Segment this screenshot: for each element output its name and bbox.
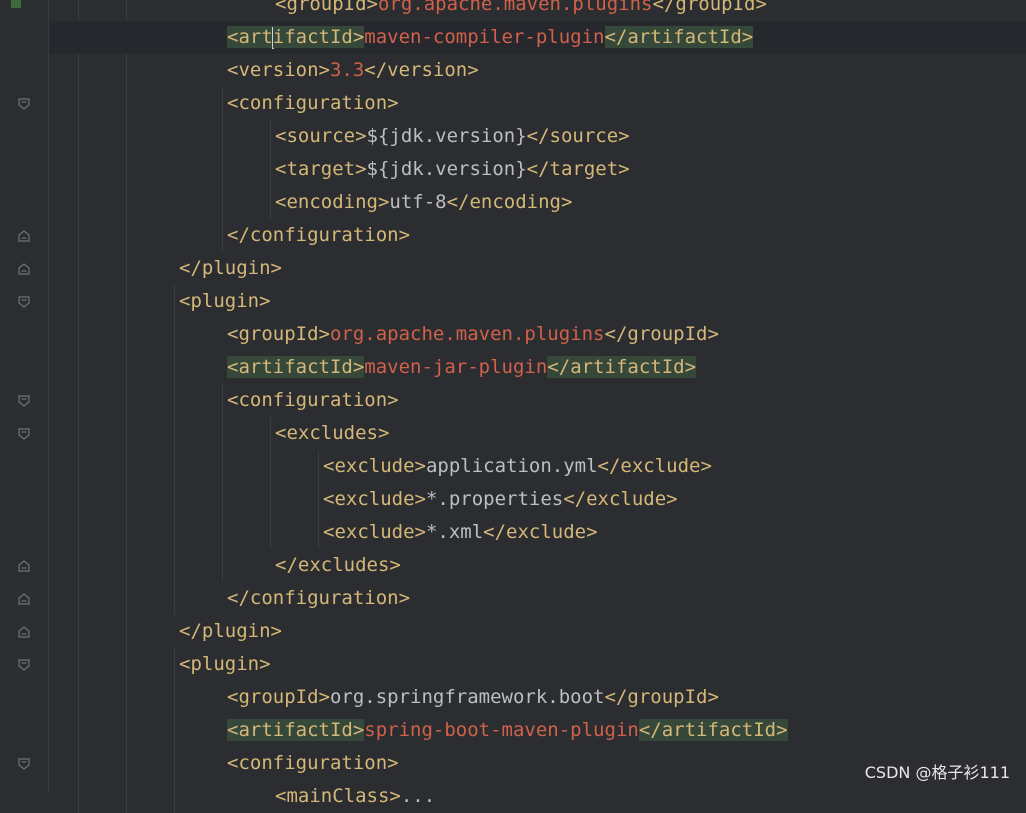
- xml-value: utf-8: [389, 191, 447, 213]
- code-line[interactable]: <encoding>utf-8</encoding>: [49, 186, 1026, 219]
- fold-open-icon[interactable]: [17, 295, 31, 309]
- xml-tag: <groupId>: [227, 686, 330, 708]
- code-line[interactable]: </plugin>: [49, 615, 1026, 648]
- xml-tag: <target>: [275, 158, 367, 180]
- xml-value: ${jdk.version}: [366, 158, 527, 180]
- xml-tag: <artifactId>: [227, 719, 365, 741]
- xml-tag: </artifactId>: [604, 26, 754, 48]
- code-line[interactable]: <groupId>org.apache.maven.plugins</group…: [49, 0, 1026, 21]
- code-line[interactable]: <mainClass>...: [49, 780, 1026, 813]
- xml-tag: <configuration>: [227, 752, 399, 774]
- code-line[interactable]: <groupId>org.apache.maven.plugins</group…: [49, 318, 1026, 351]
- xml-tag: </artifactId>: [638, 719, 788, 741]
- xml-tag: </version>: [364, 59, 479, 81]
- xml-tag: </exclude>: [483, 521, 598, 543]
- watermark-text: CSDN @格子衫111: [864, 763, 1010, 782]
- xml-tag: <plugin>: [179, 653, 271, 675]
- xml-tag: <groupId>: [227, 323, 330, 345]
- xml-value: 3.3: [329, 59, 365, 81]
- code-line[interactable]: </configuration>: [49, 582, 1026, 615]
- xml-tag: </configuration>: [227, 587, 411, 609]
- xml-tag: </artifactId>: [547, 356, 697, 378]
- fold-close-icon[interactable]: [17, 559, 31, 573]
- xml-tag: <exclude>: [323, 488, 426, 510]
- code-line[interactable]: </excludes>: [49, 549, 1026, 582]
- xml-tag: <exclude>: [323, 521, 426, 543]
- code-line[interactable]: <exclude>application.yml</exclude>: [49, 450, 1026, 483]
- xml-tag: <excludes>: [275, 422, 390, 444]
- xml-tag: </configuration>: [227, 224, 411, 246]
- xml-tag: <exclude>: [323, 455, 426, 477]
- code-line[interactable]: <artifactId>maven-compiler-plugin</artif…: [49, 21, 1026, 54]
- xml-tag: <version>: [227, 59, 330, 81]
- xml-tag: <art: [227, 26, 273, 48]
- xml-value: *.xml: [425, 521, 484, 543]
- fold-open-icon[interactable]: [17, 658, 31, 672]
- code-line[interactable]: <configuration>: [49, 384, 1026, 417]
- fold-close-icon[interactable]: [17, 625, 31, 639]
- xml-tag: </groupId>: [652, 0, 767, 15]
- xml-tag: <source>: [275, 125, 367, 147]
- code-line[interactable]: <plugin>: [49, 648, 1026, 681]
- xml-tag: <groupId>: [275, 0, 378, 15]
- fold-close-icon[interactable]: [17, 262, 31, 276]
- xml-tag: </groupId>: [604, 323, 719, 345]
- code-line[interactable]: <configuration>: [49, 87, 1026, 120]
- code-line[interactable]: <target>${jdk.version}</target>: [49, 153, 1026, 186]
- code-line[interactable]: <exclude>*.properties</exclude>: [49, 483, 1026, 516]
- xml-tag: </groupId>: [604, 686, 719, 708]
- xml-value: *.properties: [425, 488, 564, 510]
- xml-value: org.apache.maven.plugins: [329, 323, 605, 345]
- xml-tag: <mainClass>: [275, 785, 401, 807]
- xml-value: spring-boot-maven-plugin: [364, 719, 639, 741]
- fold-open-icon[interactable]: [17, 97, 31, 111]
- xml-tag: </plugin>: [179, 620, 282, 642]
- code-line[interactable]: <excludes>: [49, 417, 1026, 450]
- code-line[interactable]: <plugin>: [49, 285, 1026, 318]
- xml-value: org.apache.maven.plugins: [377, 0, 653, 15]
- xml-tag: </source>: [526, 125, 630, 147]
- code-line[interactable]: </plugin>: [49, 252, 1026, 285]
- xml-tag: </exclude>: [597, 455, 712, 477]
- fold-open-icon[interactable]: [17, 394, 31, 408]
- code-line[interactable]: <version>3.3</version>: [49, 54, 1026, 87]
- code-line[interactable]: <source>${jdk.version}</source>: [49, 120, 1026, 153]
- code-editor[interactable]: <groupId>org.apache.maven.plugins</group…: [49, 0, 1026, 813]
- xml-tag: </target>: [526, 158, 630, 180]
- xml-tag: <configuration>: [227, 92, 399, 114]
- xml-tag: </encoding>: [446, 191, 573, 213]
- code-line[interactable]: </configuration>: [49, 219, 1026, 252]
- code-line[interactable]: <groupId>org.springframework.boot</group…: [49, 681, 1026, 714]
- fold-open-icon[interactable]: [17, 427, 31, 441]
- xml-value: ${jdk.version}: [366, 125, 527, 147]
- xml-value: ...: [400, 785, 436, 807]
- xml-tag: <configuration>: [227, 389, 399, 411]
- code-line[interactable]: <exclude>*.xml</exclude>: [49, 516, 1026, 549]
- xml-tag: <artifactId>: [227, 356, 365, 378]
- xml-tag: <encoding>: [275, 191, 390, 213]
- code-line[interactable]: <artifactId>spring-boot-maven-plugin</ar…: [49, 714, 1026, 747]
- code-line[interactable]: <artifactId>maven-jar-plugin</artifactId…: [49, 351, 1026, 384]
- xml-tag: </exclude>: [563, 488, 678, 510]
- xml-tag: </plugin>: [179, 257, 282, 279]
- fold-close-icon[interactable]: [17, 592, 31, 606]
- xml-tag: </excludes>: [275, 554, 401, 576]
- xml-value: application.yml: [425, 455, 598, 477]
- fold-close-icon[interactable]: [17, 229, 31, 243]
- xml-tag: <plugin>: [179, 290, 271, 312]
- xml-value: maven-jar-plugin: [364, 356, 548, 378]
- xml-value: org.springframework.boot: [329, 686, 605, 708]
- fold-open-icon[interactable]: [17, 757, 31, 771]
- xml-tag: ifactId>: [272, 26, 365, 48]
- xml-value: maven-compiler-plugin: [364, 26, 605, 48]
- change-marker: [11, 0, 21, 8]
